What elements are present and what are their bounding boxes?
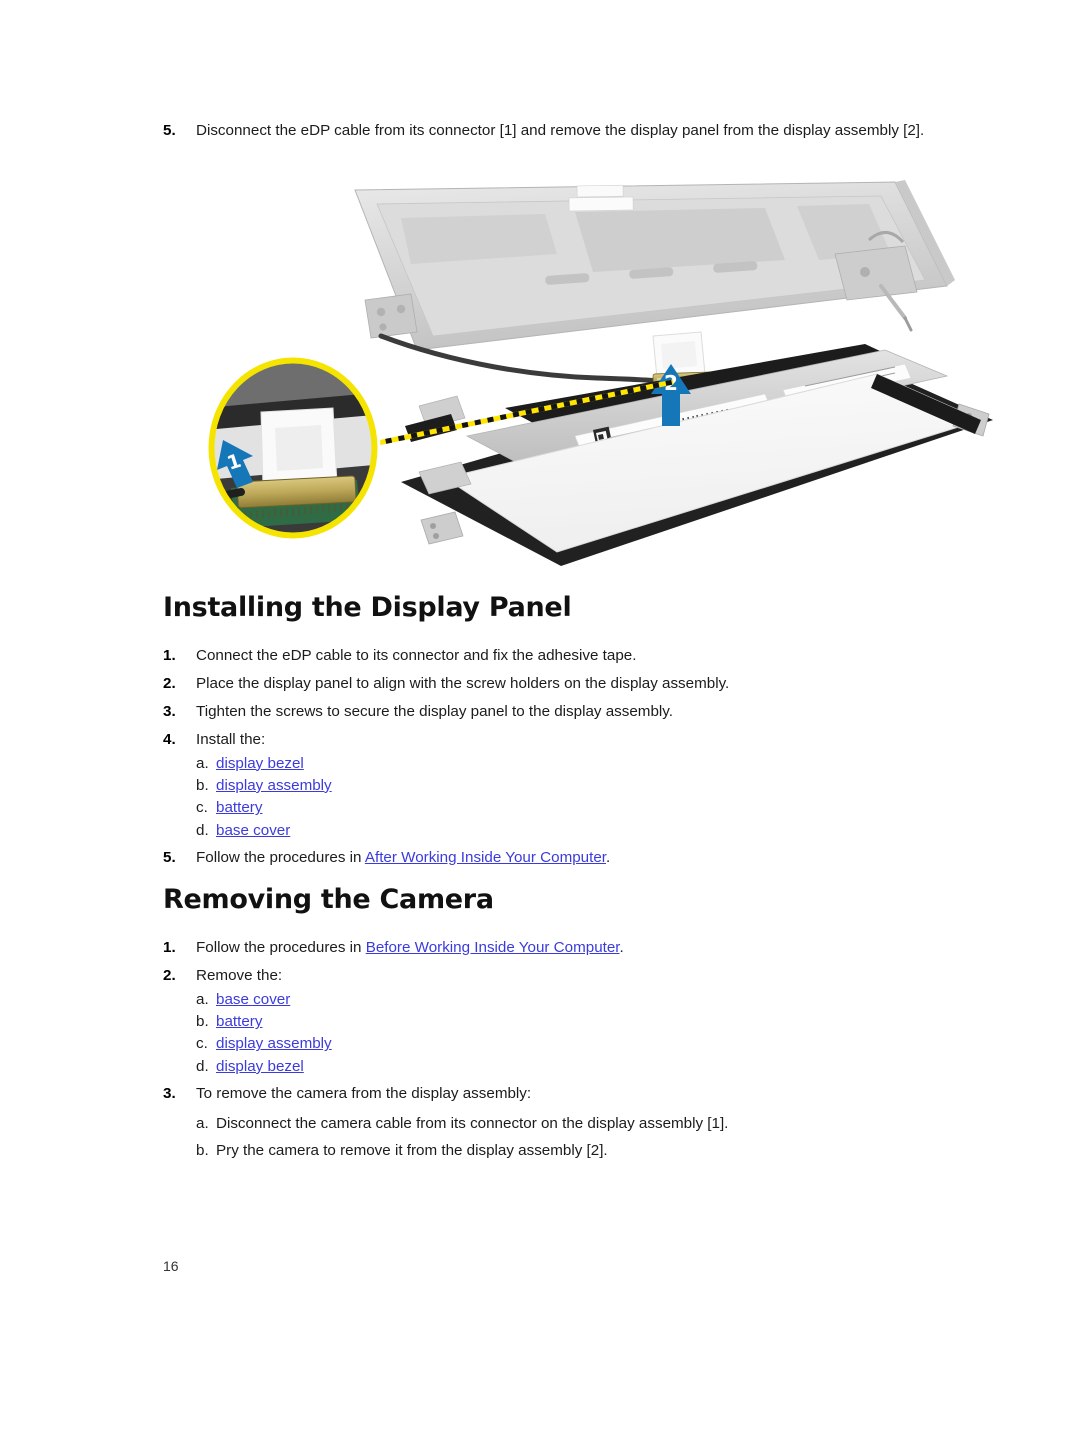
step-number: 2. — [163, 966, 176, 984]
substep-letter: b. — [196, 1013, 209, 1031]
list-item: c. battery — [196, 797, 953, 819]
magnified-inset-callout: 1 — [205, 354, 381, 542]
substep-text: Disconnect the camera cable from its con… — [216, 1115, 729, 1133]
step-item: 5. Disconnect the eDP cable from its con… — [163, 120, 953, 142]
substep-letter: b. — [196, 776, 209, 794]
display-panel-graphic — [401, 344, 993, 566]
link-base-cover[interactable]: base cover — [216, 822, 290, 839]
link-display-assembly[interactable]: display assembly — [216, 1035, 332, 1052]
step-number: 1. — [163, 939, 176, 956]
removing-camera-step-list: 3. To remove the camera from the display… — [163, 1083, 953, 1105]
step-item: 4. Install the: — [163, 729, 953, 751]
list-item: a. base cover — [196, 989, 953, 1011]
removing-step-list: 1. Follow the procedures in Before Worki… — [163, 937, 953, 987]
step-item: 3. Tighten the screws to secure the disp… — [163, 701, 953, 723]
step-text: Install the: — [196, 730, 266, 748]
adhesive-tape-graphic — [652, 331, 706, 379]
step-text-suffix: . — [606, 848, 611, 866]
step-text: Tighten the screws to secure the display… — [196, 702, 673, 720]
link-display-bezel[interactable]: display bezel — [216, 1058, 304, 1075]
substep-letter: a. — [196, 990, 209, 1008]
remove-parts-list: a. base cover b. battery c. display asse… — [163, 989, 953, 1078]
step-text-prefix: Follow the procedures in — [196, 939, 366, 956]
substep-letter: c. — [196, 1035, 208, 1053]
page-title: Removing the Camera — [163, 884, 494, 915]
step-item: 5. Follow the procedures in After Workin… — [163, 847, 953, 869]
section-removing-camera: Removing the Camera 1. Follow the proced… — [163, 884, 953, 1165]
section-installing-display-panel: Installing the Display Panel 1. Connect … — [163, 592, 953, 875]
link-base-cover[interactable]: base cover — [216, 991, 290, 1008]
step-text: Connect the eDP cable to its connector a… — [196, 647, 637, 664]
substep-text: Pry the camera to remove it from the dis… — [216, 1142, 608, 1160]
substep-letter: a. — [196, 754, 209, 772]
install-parts-list: a. display bezel b. display assembly c. … — [163, 753, 953, 842]
step-text: Follow the procedures in Before Working … — [196, 937, 953, 959]
list-item: b. battery — [196, 1011, 953, 1033]
substep-letter: d. — [196, 821, 209, 839]
link-battery[interactable]: battery — [216, 1013, 262, 1030]
step-text: Place the display panel to align with th… — [196, 674, 730, 692]
list-item: a. Disconnect the camera cable from its … — [196, 1113, 953, 1135]
substep-letter: d. — [196, 1057, 209, 1075]
display-panel-removal-figure: 2 1 — [205, 168, 995, 573]
step-number: 4. — [163, 730, 176, 748]
display-back-cover-graphic — [354, 180, 955, 351]
step-number: 5. — [163, 122, 176, 139]
step-item: 1. Connect the eDP cable to its connecto… — [163, 645, 953, 667]
document-page: 5. Disconnect the eDP cable from its con… — [0, 0, 1080, 1434]
list-item: a. display bezel — [196, 753, 953, 775]
link-after-working-inside-your-computer[interactable]: After Working Inside Your Computer — [365, 849, 606, 866]
step-item: 1. Follow the procedures in Before Worki… — [163, 937, 953, 959]
page-title: Installing the Display Panel — [163, 592, 572, 623]
link-battery[interactable]: battery — [216, 799, 262, 816]
top-step-list: 5. Disconnect the eDP cable from its con… — [163, 120, 953, 142]
list-item: d. display bezel — [196, 1056, 953, 1078]
link-before-working-inside-your-computer[interactable]: Before Working Inside Your Computer — [366, 939, 620, 956]
camera-removal-substep-list: a. Disconnect the camera cable from its … — [163, 1113, 953, 1163]
substep-letter: c. — [196, 799, 208, 817]
list-item: c. display assembly — [196, 1033, 953, 1055]
step-text: Disconnect the eDP cable from its connec… — [196, 122, 925, 139]
substep-letter: b. — [196, 1142, 209, 1160]
step-text-suffix: . — [619, 939, 624, 956]
step-item: 3. To remove the camera from the display… — [163, 1083, 953, 1105]
step-number: 2. — [163, 674, 176, 692]
step-text: To remove the camera from the display as… — [196, 1085, 532, 1103]
list-item: b. Pry the camera to remove it from the … — [196, 1140, 953, 1162]
step-text-prefix: Follow the procedures in — [196, 848, 365, 866]
step-number: 1. — [163, 647, 176, 664]
link-display-bezel[interactable]: display bezel — [216, 755, 304, 772]
list-item: d. base cover — [196, 820, 953, 842]
step-number: 3. — [163, 1085, 176, 1103]
step-text: Follow the procedures in After Working I… — [196, 847, 953, 869]
link-display-assembly[interactable]: display assembly — [216, 777, 332, 794]
installing-step-list: 1. Connect the eDP cable to its connecto… — [163, 645, 953, 751]
top-instruction-block: 5. Disconnect the eDP cable from its con… — [163, 120, 953, 148]
step-item: 2. Remove the: — [163, 965, 953, 987]
substep-letter: a. — [196, 1115, 209, 1133]
step-number: 5. — [163, 848, 176, 866]
step-text: Remove the: — [196, 966, 283, 984]
step-number: 3. — [163, 702, 176, 720]
page-number: 16 — [163, 1258, 179, 1274]
step-item: 2. Place the display panel to align with… — [163, 673, 953, 695]
list-item: b. display assembly — [196, 775, 953, 797]
installing-final-step-list: 5. Follow the procedures in After Workin… — [163, 847, 953, 869]
